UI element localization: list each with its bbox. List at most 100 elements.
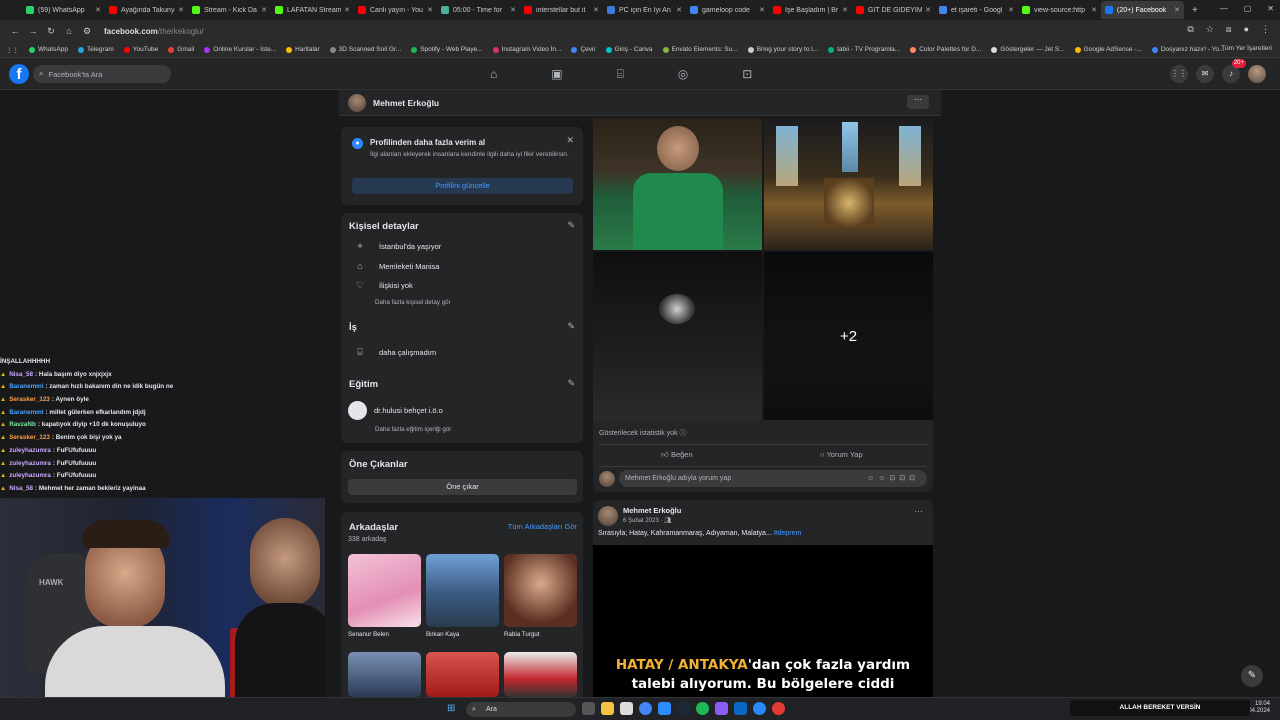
post-author[interactable]: Mehmet Erkoğlu: [623, 506, 681, 515]
friend-tile[interactable]: Rabia Turgut: [504, 554, 577, 638]
more-options-button[interactable]: ···: [907, 95, 929, 109]
browser-tab[interactable]: gameloop code ✕: [686, 1, 769, 19]
groups-nav-icon[interactable]: ◎: [678, 67, 688, 82]
new-tab-icon[interactable]: +: [1192, 5, 1198, 16]
post-date[interactable]: 6 Şubat 2023 ·: [623, 518, 662, 524]
gaming-nav-icon[interactable]: ⊡: [742, 67, 752, 82]
bookmark-item[interactable]: WhatsApp: [29, 46, 68, 53]
app-icon[interactable]: [734, 702, 747, 715]
windows-start-icon[interactable]: ⊞: [447, 703, 455, 714]
bookmark-item[interactable]: Gmail: [168, 46, 194, 53]
browser-tab[interactable]: et işareti - Googl ✕: [935, 1, 1018, 19]
browser-tab[interactable]: Ayağında Takunya ✕: [105, 1, 188, 19]
bookmark-item[interactable]: Haritalar: [286, 46, 320, 53]
post-photo[interactable]: [764, 118, 933, 250]
tab-close-icon[interactable]: ✕: [510, 6, 516, 14]
app-icon[interactable]: [658, 702, 671, 715]
bookmark-item[interactable]: Online Kurslar - İste...: [204, 46, 276, 53]
browser-tab[interactable]: 05:00 - Time for ✕: [437, 1, 520, 19]
edit-education-icon[interactable]: ✎: [567, 378, 575, 389]
bookmark-item[interactable]: Envato Elements: Su...: [662, 46, 738, 53]
hashtag-link[interactable]: #deprem: [774, 530, 802, 537]
post-photo[interactable]: [593, 252, 762, 420]
post-photo-more[interactable]: +2: [764, 252, 933, 420]
file-explorer-icon[interactable]: [601, 702, 614, 715]
tab-close-icon[interactable]: ✕: [759, 6, 765, 14]
browser-tab[interactable]: LAFATAN Stream ✕: [271, 1, 354, 19]
close-window-icon[interactable]: ✕: [1267, 4, 1274, 13]
star-icon[interactable]: ☆: [1206, 24, 1214, 35]
home-nav-icon[interactable]: ⌂: [490, 67, 497, 82]
friend-name[interactable]: Senanur Belen: [348, 631, 421, 638]
bookmark-item[interactable]: Spotify - Web Playe...: [411, 46, 483, 53]
tab-close-icon[interactable]: ✕: [178, 6, 184, 14]
task-view-icon[interactable]: [582, 702, 595, 715]
more-details-link[interactable]: Daha fazla kişisel detay gör: [375, 299, 451, 306]
account-avatar[interactable]: [1248, 65, 1266, 83]
bookmark-item[interactable]: Giriş - Canva: [605, 46, 653, 53]
post-options-icon[interactable]: ···: [914, 506, 923, 516]
url-field[interactable]: facebook.com/therkekoglu/: [104, 27, 204, 36]
browser-tab[interactable]: (59) WhatsApp ✕: [22, 1, 105, 19]
tab-close-icon[interactable]: ✕: [344, 6, 350, 14]
menu-icon[interactable]: ⋮: [1261, 24, 1270, 35]
video-nav-icon[interactable]: ▣: [551, 67, 562, 82]
profile-avatar[interactable]: [348, 94, 366, 112]
tab-close-icon[interactable]: ✕: [261, 6, 267, 14]
profile-name[interactable]: Mehmet Erkoğlu: [373, 98, 439, 108]
app-icon[interactable]: [715, 702, 728, 715]
tab-close-icon[interactable]: ✕: [1091, 6, 1097, 14]
like-button[interactable]: 👍︎ Beğen: [661, 450, 693, 460]
tab-close-icon[interactable]: ✕: [676, 6, 682, 14]
back-icon[interactable]: ←: [6, 26, 24, 36]
friend-tile[interactable]: Senanur Belen: [348, 554, 421, 638]
friend-name[interactable]: Birkan Kaya: [426, 631, 499, 638]
tab-close-icon[interactable]: ✕: [1008, 6, 1014, 14]
menu-grid-icon[interactable]: ⋮⋮: [1170, 65, 1188, 83]
chrome-icon[interactable]: [639, 702, 652, 715]
profile-icon[interactable]: ●: [1244, 24, 1249, 35]
tab-close-icon[interactable]: ✕: [1174, 6, 1180, 14]
bookmark-item[interactable]: Telegram: [78, 46, 114, 53]
notifications-icon[interactable]: ♪ 20+: [1222, 59, 1246, 83]
site-info-icon[interactable]: ⚙: [78, 26, 96, 37]
new-message-icon[interactable]: ✎: [1241, 665, 1263, 687]
minimize-icon[interactable]: —: [1220, 4, 1228, 13]
edit-details-icon[interactable]: ✎: [567, 220, 575, 231]
browser-tab[interactable]: interstellar but it ✕: [520, 1, 603, 19]
browser-tab[interactable]: Canlı yayın - You ✕: [354, 1, 437, 19]
extensions-icon[interactable]: ⧈: [1226, 24, 1232, 35]
close-icon[interactable]: ✕: [566, 135, 574, 146]
friend-tile[interactable]: [348, 652, 421, 697]
bookmark-item[interactable]: Google AdSense -...: [1074, 46, 1142, 53]
maximize-icon[interactable]: ▢: [1244, 4, 1252, 13]
tab-close-icon[interactable]: ✕: [593, 6, 599, 14]
comment-tools-icons[interactable]: ☺☺⊡⊡⊡: [867, 470, 919, 487]
browser-tab[interactable]: PC için En İyi An ✕: [603, 1, 686, 19]
browser-tab[interactable]: (20+) Facebook ✕: [1101, 1, 1184, 19]
facebook-search-input[interactable]: ⌕ Facebook'ta Ara: [33, 65, 171, 83]
obs-icon[interactable]: [772, 702, 785, 715]
friend-tile[interactable]: [504, 652, 577, 697]
taskbar-search[interactable]: ⌕ Ara: [466, 702, 576, 717]
bookmark-item[interactable]: 3D Scanned Soil Gr...: [329, 46, 401, 53]
tab-close-icon[interactable]: ✕: [95, 6, 101, 14]
steam-icon[interactable]: [677, 702, 690, 715]
install-icon[interactable]: ⧉: [1187, 24, 1193, 35]
friend-tile[interactable]: Birkan Kaya: [426, 554, 499, 638]
bookmark-item[interactable]: Dosyanız hazır! - Yo...: [1151, 46, 1224, 53]
bookmark-item[interactable]: Göstergeler — Jet S...: [991, 46, 1065, 53]
comment-button[interactable]: ○ Yorum Yap: [820, 450, 863, 459]
tab-close-icon[interactable]: ✕: [925, 6, 931, 14]
marketplace-nav-icon[interactable]: ⌸: [617, 67, 624, 82]
browser-tab[interactable]: view-source:http ✕: [1018, 1, 1101, 19]
browser-tab[interactable]: GİT DE GİDEYİM ✕: [852, 1, 935, 19]
browser-tab[interactable]: İşe Başladım | Br ✕: [769, 1, 852, 19]
bookmark-item[interactable]: Color Palettes for D...: [910, 46, 981, 53]
edit-work-icon[interactable]: ✎: [567, 321, 575, 332]
bookmark-item[interactable]: Çevir: [571, 46, 596, 53]
forward-icon[interactable]: →: [24, 26, 42, 36]
apps-grid-icon[interactable]: ⋮⋮: [6, 46, 19, 54]
reload-icon[interactable]: ↻: [42, 26, 60, 37]
spotify-icon[interactable]: [696, 702, 709, 715]
